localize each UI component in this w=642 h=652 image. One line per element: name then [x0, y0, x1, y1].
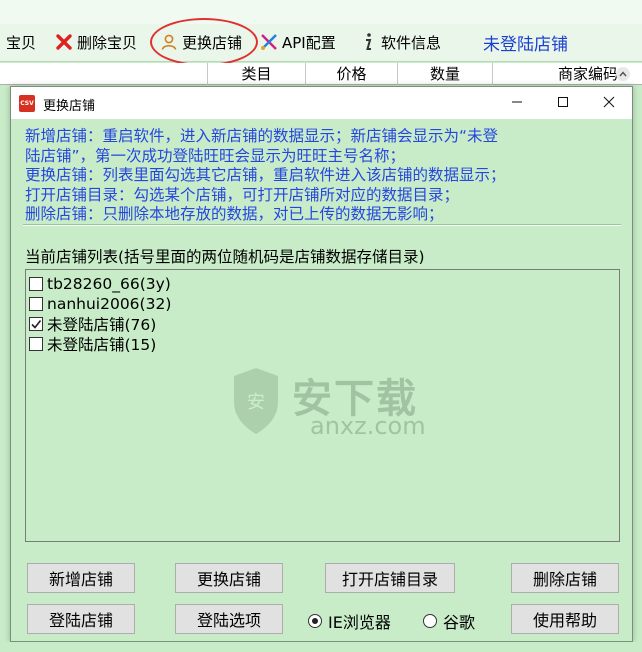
store-item[interactable]: 未登陆店铺(15)	[29, 334, 156, 354]
change-store-dialog: CSV 更换店铺 新增店铺：重启软件，进入新店铺的数据显示；新店铺会显示为“未登…	[10, 86, 633, 642]
api-config-button[interactable]: API配置	[259, 30, 336, 54]
store-item[interactable]: nanhui2006(32)	[29, 294, 171, 314]
delete-item-label: 删除宝贝	[77, 33, 138, 52]
main-toolbar: 宝贝 删除宝贝 更换店铺 API配置 软件信息 未登陆店铺	[0, 0, 642, 66]
dialog-title: 更换店铺	[43, 99, 96, 114]
svg-text:安: 安	[247, 392, 265, 413]
bottom-strip	[0, 642, 642, 652]
api-config-label: API配置	[282, 33, 336, 52]
login-options-button[interactable]: 登陆选项	[175, 604, 283, 634]
column-header[interactable]: 商家编码	[492, 63, 622, 85]
login-status-text: 未登陆店铺	[483, 35, 568, 55]
maximize-icon	[557, 94, 569, 112]
close-button[interactable]	[586, 87, 632, 119]
instruction-line: 删除店铺：只删除本地存放的数据，对已上传的数据无影响；	[25, 205, 444, 223]
column-header[interactable]: 类目	[207, 63, 305, 85]
csv-app-icon: CSV	[19, 95, 35, 112]
chrome-radio[interactable]: 谷歌	[423, 609, 475, 633]
dialog-titlebar[interactable]: CSV 更换店铺	[11, 87, 632, 119]
store-label: 未登陆店铺(15)	[47, 336, 157, 354]
scroll-up-icon[interactable]	[616, 67, 630, 81]
toolbar-item-partial-label: 宝贝	[6, 33, 37, 52]
store-list[interactable]: tb28260_66(3y) nanhui2006(32) 未登陆店铺(76) …	[25, 269, 620, 542]
chrome-label: 谷歌	[443, 613, 476, 632]
checkbox-unchecked[interactable]	[29, 337, 43, 351]
info-icon	[358, 32, 378, 52]
minimize-button[interactable]	[494, 87, 540, 119]
open-store-dir-button[interactable]: 打开店铺目录	[325, 563, 455, 593]
add-store-button[interactable]: 新增店铺	[27, 563, 135, 593]
checkbox-checked[interactable]	[29, 317, 43, 331]
instruction-line: 陆店铺”，第一次成功登陆旺旺会显示为旺旺主号名称；	[25, 146, 406, 165]
grid-header: 类目 价格 数量 商家编码	[0, 63, 642, 85]
software-info-button[interactable]: 软件信息	[358, 30, 441, 54]
maximize-button[interactable]	[540, 87, 586, 119]
shield-logo-icon: 安	[234, 368, 278, 434]
change-store-dialog-button[interactable]: 更换店铺	[175, 563, 283, 593]
tools-icon	[259, 32, 279, 52]
instruction-line: 打开店铺目录：勾选某个店铺，可打开店铺所对应的数据目录；	[25, 185, 460, 204]
login-store-button[interactable]: 登陆店铺	[27, 604, 135, 634]
software-info-label: 软件信息	[381, 33, 442, 52]
red-x-icon	[54, 32, 74, 52]
help-button[interactable]: 使用帮助	[511, 604, 619, 634]
column-header[interactable]: 数量	[397, 63, 492, 85]
watermark-brand: 安下载	[292, 376, 418, 422]
ie-browser-label: IE浏览器	[328, 613, 391, 632]
instruction-line: 更换店铺：列表里面勾选其它店铺，重启软件进入该店铺的数据显示；	[25, 166, 506, 184]
checkmark-icon	[31, 320, 42, 329]
toolbar-item-partial[interactable]: 宝贝	[6, 30, 36, 54]
checkbox-unchecked[interactable]	[29, 277, 43, 291]
store-item[interactable]: 未登陆店铺(76)	[29, 314, 156, 334]
delete-item-button[interactable]: 删除宝贝	[54, 30, 137, 54]
store-label: 未登陆店铺(76)	[47, 316, 157, 334]
instruction-line: 新增店铺：重启软件，进入新店铺的数据显示；新店铺会显示为“未登	[25, 127, 499, 145]
watermark: 安 安下载 anxz.com	[226, 362, 456, 442]
ie-browser-radio[interactable]: IE浏览器	[308, 609, 391, 633]
checkbox-unchecked[interactable]	[29, 297, 43, 311]
close-icon	[603, 94, 615, 112]
highlight-ring	[150, 18, 258, 66]
delete-store-button[interactable]: 删除店铺	[511, 563, 619, 593]
separator	[23, 224, 621, 226]
watermark-domain: anxz.com	[310, 412, 426, 440]
store-list-caption: 当前店铺列表(括号里面的两位随机码是店铺数据存储目录)	[25, 248, 425, 266]
toolbar-top-strip	[0, 0, 642, 24]
store-label: tb28260_66(3y)	[47, 275, 171, 293]
minimize-icon	[511, 94, 523, 112]
radio-unselected[interactable]	[423, 614, 437, 628]
column-header[interactable]: 价格	[305, 63, 397, 85]
instructions-text: 新增店铺：重启软件，进入新店铺的数据显示；新店铺会显示为“未登 陆店铺”，第一次…	[25, 127, 625, 225]
radio-selected[interactable]	[308, 614, 322, 628]
store-label: nanhui2006(32)	[47, 295, 172, 313]
store-item[interactable]: tb28260_66(3y)	[29, 274, 171, 294]
